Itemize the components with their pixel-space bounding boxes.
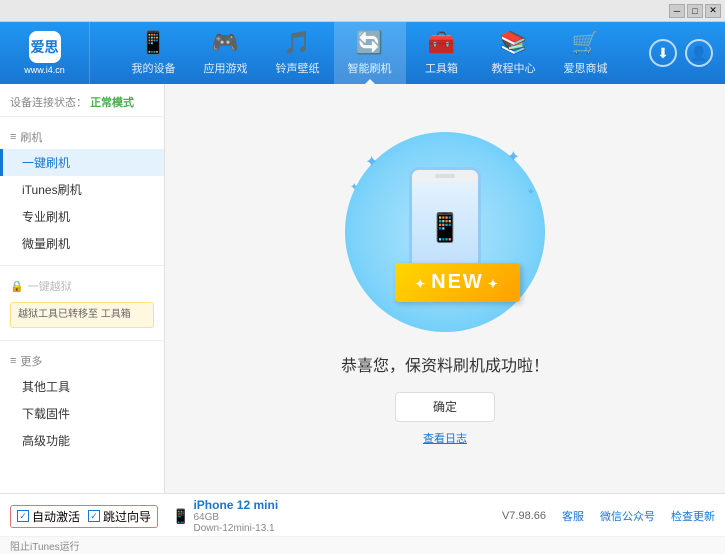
- sidebar: 设备连接状态： 正常模式 ≡ 刷机 一键刷机 iTunes刷机 专业刷机 微量刷…: [0, 84, 165, 493]
- itunes-bar: 阻止iTunes运行: [0, 536, 725, 554]
- main-content: 设备连接状态： 正常模式 ≡ 刷机 一键刷机 iTunes刷机 专业刷机 微量刷…: [0, 84, 725, 493]
- close-button[interactable]: ✕: [705, 4, 721, 18]
- device-model: Down-12mini-13.1: [193, 523, 278, 534]
- checkbox-group: ✓ 自动激活 ✓ 跳过向导: [10, 505, 158, 528]
- sidebar-item-pro-flash[interactable]: 专业刷机: [0, 203, 164, 230]
- nav-item-label-shop: 爱思商城: [564, 60, 608, 76]
- nav-item-ringtone[interactable]: 🎵 铃声壁纸: [262, 22, 334, 84]
- skip-wizard-checkbox[interactable]: ✓: [88, 510, 100, 522]
- skip-wizard-text: 跳过向导: [103, 508, 151, 525]
- sidebar-section-more: ≡ 更多 其他工具 下载固件 高级功能: [0, 345, 164, 458]
- sparkle-1: ✦: [365, 152, 378, 172]
- version-text: V7.98.66: [502, 510, 546, 522]
- user-button[interactable]: 👤: [685, 39, 713, 67]
- sparkle-4: ✦: [527, 187, 535, 198]
- nav-item-tutorial[interactable]: 📚 教程中心: [478, 22, 550, 84]
- nav-items: 📱 我的设备 🎮 应用游戏 🎵 铃声壁纸 🔄 智能刷机 🧰 工具箱 📚 教程中心…: [90, 22, 649, 84]
- download-button[interactable]: ⬇: [649, 39, 677, 67]
- smart-flash-icon: 🔄: [356, 30, 383, 56]
- device-details: iPhone 12 mini 64GB Down-12mini-13.1: [193, 498, 278, 534]
- device-storage: 64GB: [193, 512, 278, 523]
- skip-wizard-label[interactable]: ✓ 跳过向导: [88, 508, 151, 525]
- my-device-icon: 📱: [140, 30, 167, 56]
- section-label-more: 更多: [20, 353, 42, 369]
- maximize-button[interactable]: □: [687, 4, 703, 18]
- sidebar-item-micro-flash[interactable]: 微量刷机: [0, 230, 164, 257]
- sidebar-item-one-click-flash[interactable]: 一键刷机: [0, 149, 164, 176]
- success-text: 恭喜您，保资料刷机成功啦！: [341, 352, 549, 376]
- nav-item-label-smart-flash: 智能刷机: [348, 60, 392, 76]
- device-icon: 📱: [172, 508, 189, 525]
- nav-item-shop[interactable]: 🛒 爱思商城: [550, 22, 622, 84]
- ringtone-icon: 🎵: [284, 30, 311, 56]
- auto-activate-text: 自动激活: [32, 508, 80, 525]
- nav-right: ⬇ 👤: [649, 39, 725, 67]
- nav-item-toolbox[interactable]: 🧰 工具箱: [406, 22, 478, 84]
- lock-icon: 🔒: [10, 280, 24, 293]
- title-bar: ─ □ ✕: [0, 0, 725, 22]
- apps-games-icon: 🎮: [212, 30, 239, 56]
- itunes-text: 阻止iTunes运行: [10, 542, 80, 553]
- content-area: ✦ ✦ ✦ ✦ 📱 NEW 恭喜您，保资料刷机成功啦！ 确定 查看日志: [165, 84, 725, 493]
- window-controls: ─ □ ✕: [669, 4, 721, 18]
- device-status: 设备连接状态： 正常模式: [0, 88, 164, 117]
- section-header-flash: ≡ 刷机: [0, 125, 164, 149]
- section-label-jailbreak: 一键越狱: [28, 278, 72, 294]
- device-name: iPhone 12 mini: [193, 498, 278, 512]
- status-right: V7.98.66 客服 微信公众号 检查更新: [288, 508, 715, 524]
- nav-item-label-tutorial: 教程中心: [492, 60, 536, 76]
- section-header-more: ≡ 更多: [0, 349, 164, 373]
- section-icon-flash: ≡: [10, 131, 16, 143]
- sparkle-3: ✦: [350, 182, 358, 193]
- nav-item-label-apps-games: 应用游戏: [204, 60, 248, 76]
- auto-activate-label[interactable]: ✓ 自动激活: [17, 508, 80, 525]
- divider-1: [0, 265, 164, 266]
- toolbox-icon: 🧰: [428, 30, 455, 56]
- go-back-link[interactable]: 查看日志: [423, 430, 467, 446]
- nav-bar: 爱思 www.i4.cn 📱 我的设备 🎮 应用游戏 🎵 铃声壁纸 🔄 智能刷机…: [0, 22, 725, 84]
- sidebar-item-itunes-flash[interactable]: iTunes刷机: [0, 176, 164, 203]
- sidebar-item-download-firmware[interactable]: 下载固件: [0, 400, 164, 427]
- nav-logo[interactable]: 爱思 www.i4.cn: [0, 22, 90, 84]
- section-label-flash: 刷机: [20, 129, 42, 145]
- nav-item-label-ringtone: 铃声壁纸: [276, 60, 320, 76]
- tutorial-icon: 📚: [500, 30, 527, 56]
- minimize-button[interactable]: ─: [669, 4, 685, 18]
- nav-item-smart-flash[interactable]: 🔄 智能刷机: [334, 22, 406, 84]
- nav-item-apps-games[interactable]: 🎮 应用游戏: [190, 22, 262, 84]
- sidebar-item-advanced[interactable]: 高级功能: [0, 427, 164, 454]
- sidebar-section-flash: ≡ 刷机 一键刷机 iTunes刷机 专业刷机 微量刷机: [0, 121, 164, 261]
- bottom-bar: ✓ 自动激活 ✓ 跳过向导 📱 iPhone 12 mini 64GB Down…: [0, 493, 725, 554]
- logo-text: www.i4.cn: [24, 65, 65, 75]
- section-header-jailbreak: 🔒 一键越狱: [0, 274, 164, 298]
- device-status-label: 设备连接状态：: [10, 97, 87, 109]
- customer-service-link[interactable]: 客服: [562, 508, 584, 524]
- check-update-link[interactable]: 检查更新: [671, 508, 715, 524]
- shop-icon: 🛒: [572, 30, 599, 56]
- divider-2: [0, 340, 164, 341]
- phone-screen: 📱: [412, 182, 478, 274]
- device-info: 📱 iPhone 12 mini 64GB Down-12mini-13.1: [172, 498, 278, 534]
- new-ribbon: NEW: [395, 263, 520, 302]
- device-status-value: 正常模式: [90, 97, 134, 109]
- nav-item-my-device[interactable]: 📱 我的设备: [118, 22, 190, 84]
- auto-activate-checkbox[interactable]: ✓: [17, 510, 29, 522]
- section-icon-more: ≡: [10, 355, 16, 367]
- jailbreak-notice: 越狱工具已转移至 工具箱: [10, 302, 154, 328]
- sparkle-2: ✦: [507, 147, 520, 167]
- sidebar-section-jailbreak: 🔒 一键越狱 越狱工具已转移至 工具箱: [0, 270, 164, 336]
- confirm-button[interactable]: 确定: [395, 392, 495, 422]
- sidebar-item-other-tools[interactable]: 其他工具: [0, 373, 164, 400]
- phone-illustration: ✦ ✦ ✦ ✦ 📱 NEW: [335, 132, 555, 332]
- wechat-link[interactable]: 微信公众号: [600, 508, 655, 524]
- nav-item-label-my-device: 我的设备: [132, 60, 176, 76]
- device-bar: ✓ 自动激活 ✓ 跳过向导 📱 iPhone 12 mini 64GB Down…: [0, 494, 725, 536]
- nav-item-label-toolbox: 工具箱: [425, 60, 458, 76]
- logo-icon: 爱思: [29, 31, 61, 63]
